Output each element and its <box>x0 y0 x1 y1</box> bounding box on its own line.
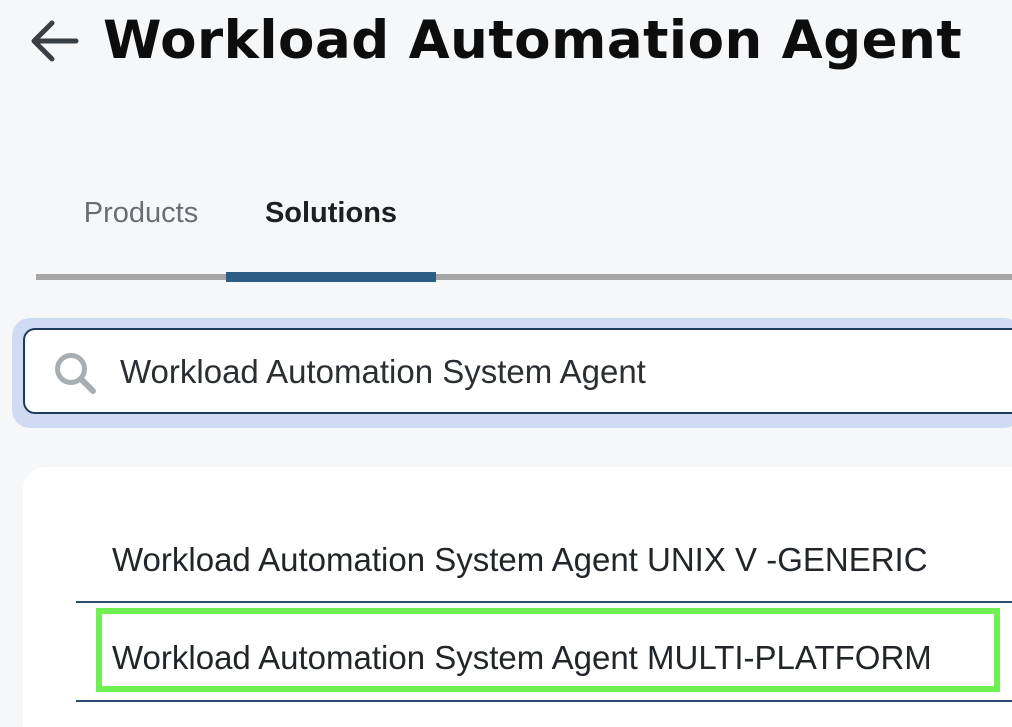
back-button[interactable] <box>26 16 80 66</box>
list-item-label: Workload Automation System Agent MULTI-P… <box>112 639 932 676</box>
tab-solutions-label: Solutions <box>264 197 398 229</box>
arrow-left-icon <box>31 20 79 62</box>
tab-products-label: Products <box>83 197 199 229</box>
search-input[interactable] <box>120 344 1000 400</box>
tab-bar: Products Solutions <box>36 180 1012 282</box>
page-title: Workload Automation Agent <box>103 10 963 71</box>
list-item-label: Workload Automation System Agent UNIX V … <box>112 541 928 578</box>
tab-track <box>36 274 1012 280</box>
search-icon <box>55 353 96 394</box>
tab-solutions[interactable]: Solutions <box>226 180 436 274</box>
list-item[interactable]: Workload Automation System Agent MULTI-P… <box>76 603 1012 702</box>
tab-products[interactable]: Products <box>56 180 226 274</box>
active-tab-indicator <box>226 272 436 282</box>
list-item[interactable]: Workload Automation System Agent UNIX V … <box>76 520 1012 603</box>
